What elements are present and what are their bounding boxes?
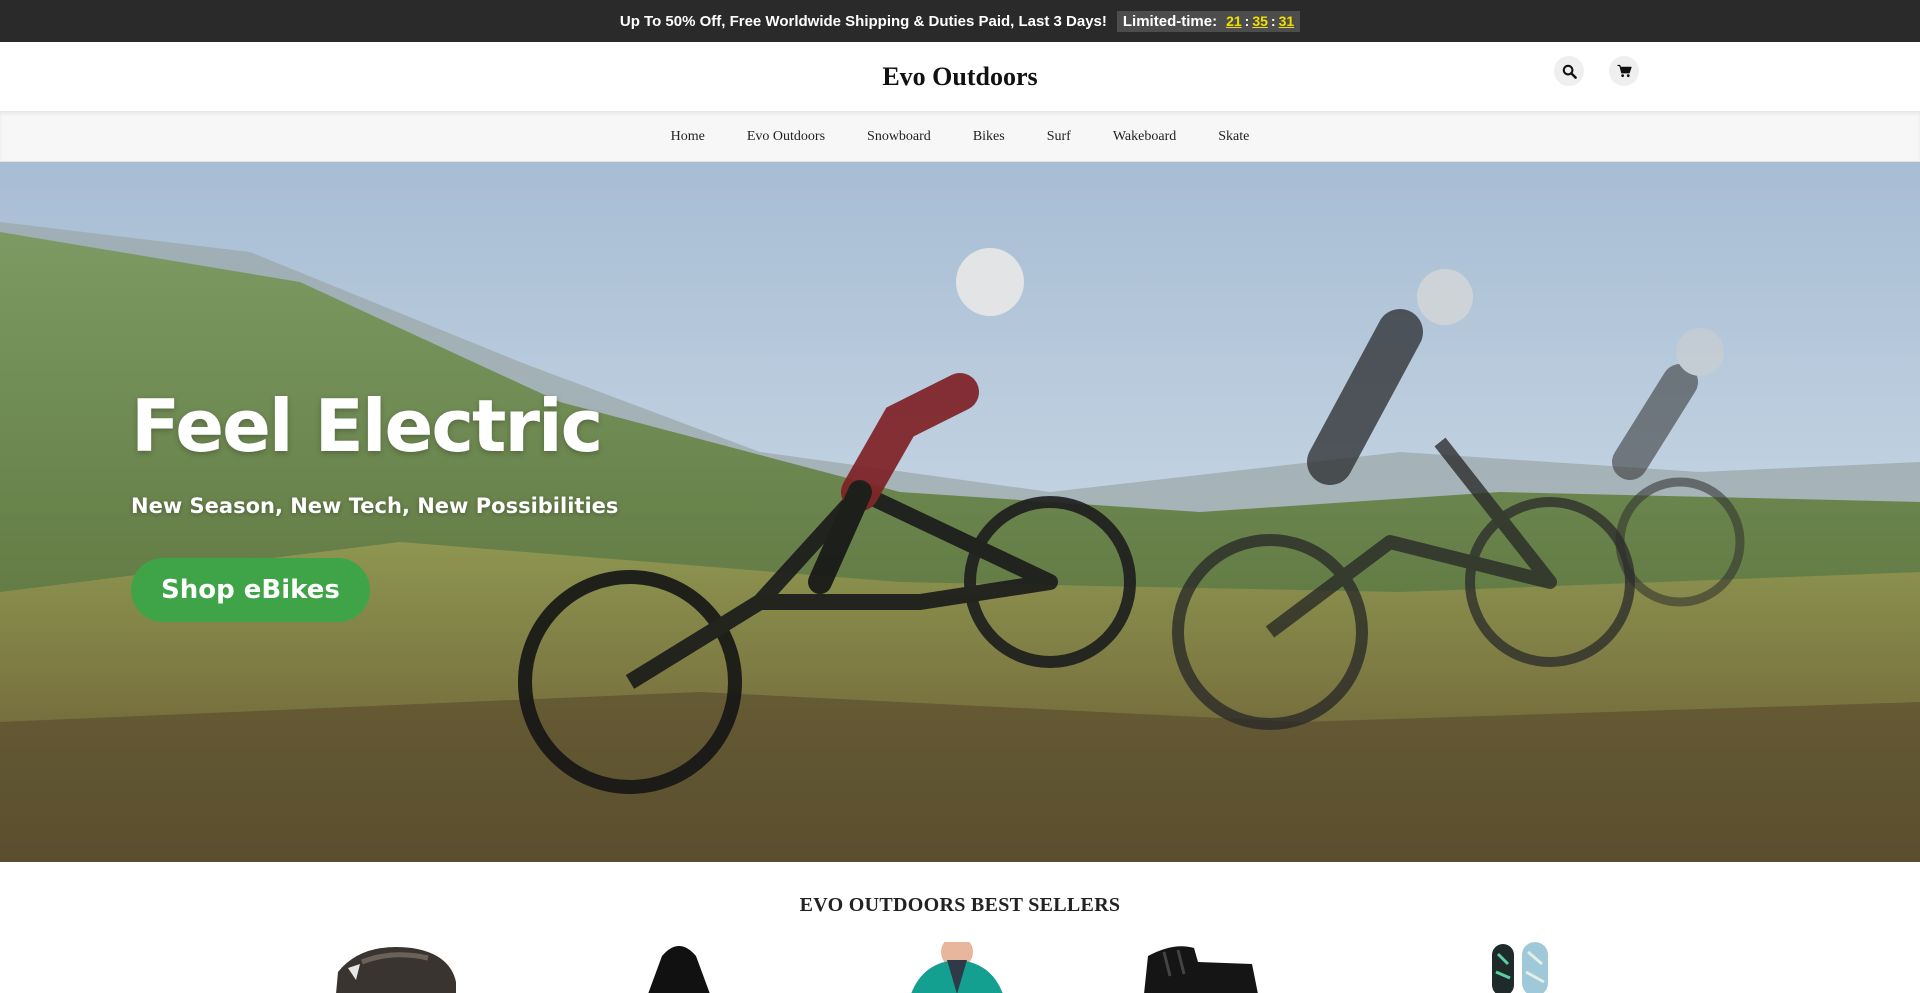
timer-label: Limited-time: (1122, 12, 1218, 30)
ski-jacket-image[interactable] (903, 942, 1011, 993)
nav-item-bikes[interactable]: Bikes (973, 129, 1005, 145)
nav-item-home[interactable]: Home (671, 129, 705, 145)
announcement-bar: Up To 50% Off, Free Worldwide Shipping &… (0, 0, 1920, 42)
snowboard-bindings-image[interactable] (332, 942, 460, 993)
cart-button[interactable] (1609, 56, 1639, 86)
hero-content: Feel Electric New Season, New Tech, New … (131, 384, 618, 622)
timer-hours: 21 (1226, 13, 1242, 29)
shop-ebikes-button[interactable]: Shop eBikes (131, 558, 370, 622)
search-icon (1562, 64, 1577, 79)
main-nav: Home Evo Outdoors Snowboard Bikes Surf W… (0, 112, 1920, 162)
nav-item-wakeboard[interactable]: Wakeboard (1113, 129, 1176, 145)
nav-item-evo-outdoors[interactable]: Evo Outdoors (747, 129, 825, 145)
announcement-message: Up To 50% Off, Free Worldwide Shipping &… (619, 12, 1107, 30)
timer-separator: : (1244, 13, 1250, 29)
site-header: Evo Outdoors (0, 42, 1920, 112)
section-title: EVO OUTDOORS BEST SELLERS (799, 894, 1121, 916)
site-logo[interactable]: Evo Outdoors (882, 62, 1037, 92)
countdown-timer: Limited-time: 21 : 35 : 31 (1116, 10, 1301, 32)
cart-icon (1617, 64, 1632, 78)
black-hoodie-image[interactable] (644, 942, 714, 993)
timer-minutes: 35 (1252, 13, 1268, 29)
nav-item-snowboard[interactable]: Snowboard (867, 129, 931, 145)
search-button[interactable] (1554, 56, 1584, 86)
header-actions (1554, 56, 1639, 86)
timer-separator: : (1270, 13, 1276, 29)
hero-subtitle: New Season, New Tech, New Possibilities (131, 494, 619, 518)
best-sellers-section: EVO OUTDOORS BEST SELLERS (0, 862, 1920, 993)
nav-item-skate[interactable]: Skate (1218, 129, 1249, 145)
snowboard-boots-image[interactable] (1134, 942, 1262, 993)
timer-seconds: 31 (1278, 13, 1295, 29)
hero-banner: Feel Electric New Season, New Tech, New … (0, 162, 1920, 862)
hero-title: Feel Electric (131, 384, 603, 468)
nav-item-surf[interactable]: Surf (1047, 129, 1071, 145)
snowboard-image[interactable] (1488, 942, 1554, 993)
